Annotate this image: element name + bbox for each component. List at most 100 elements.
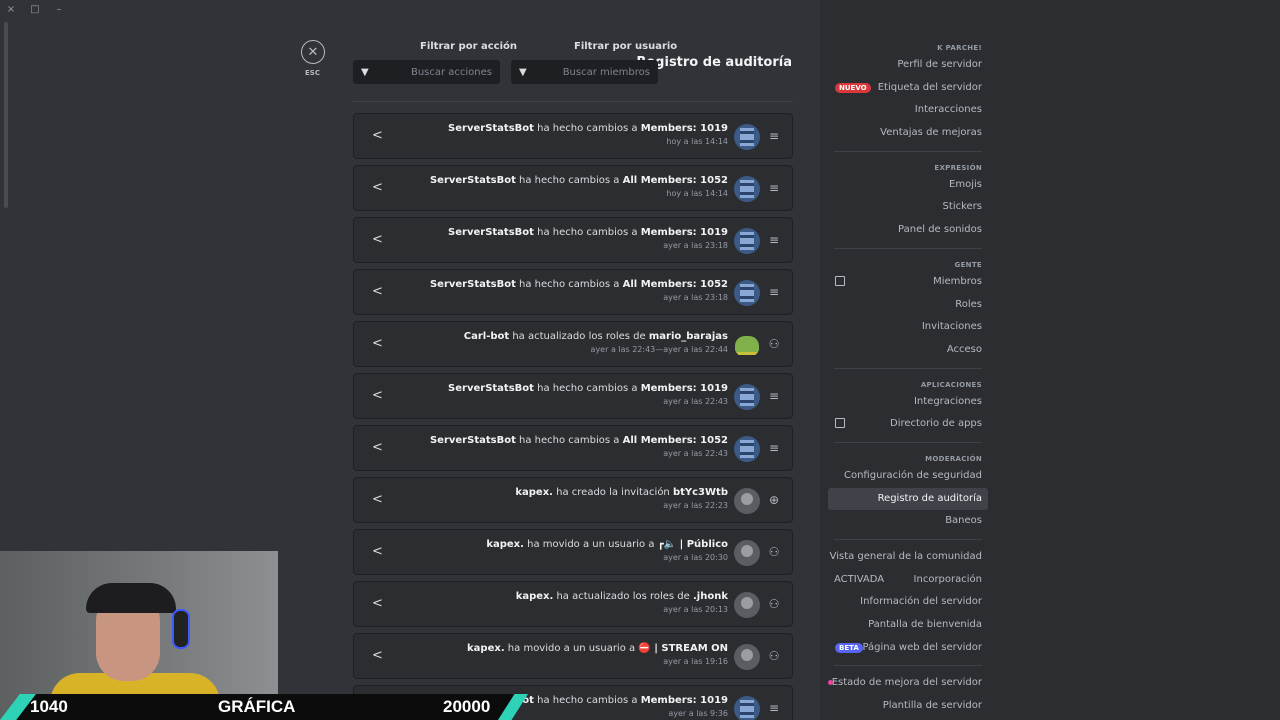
- audit-entry-actor[interactable]: kapex.: [515, 487, 553, 498]
- audit-entry-actor[interactable]: ServerStatsBot: [430, 175, 516, 186]
- audit-entry-actor[interactable]: ServerStatsBot: [430, 279, 516, 290]
- invite-icon: ⊕: [768, 493, 780, 507]
- minimize-window-icon[interactable]: –: [54, 4, 64, 15]
- audit-entry-actor[interactable]: kapex.: [516, 591, 554, 602]
- avatar[interactable]: [734, 124, 760, 150]
- avatar[interactable]: [734, 488, 760, 514]
- sidebar-item-access[interactable]: Acceso: [828, 339, 988, 362]
- audit-entry[interactable]: < kapex. ha movido a un usuario a ┏🔈 | Pú…: [353, 529, 793, 575]
- audit-entry-action: ha hecho cambios a: [533, 695, 641, 706]
- chevron-expand-icon[interactable]: <: [372, 440, 383, 455]
- audit-entry[interactable]: < ServerStatsBot ha hecho cambios a All M…: [353, 425, 793, 471]
- audit-entry[interactable]: < ServerStatsBot ha hecho cambios a Membe…: [353, 113, 793, 159]
- avatar[interactable]: [734, 384, 760, 410]
- sidebar-item-server-insights[interactable]: Información del servidor: [828, 591, 988, 614]
- sidebar-item-server-profile[interactable]: Perfil de servidor: [828, 54, 988, 77]
- chevron-expand-icon[interactable]: <: [372, 336, 383, 351]
- audit-entry-message: kapex. ha creado la invitación btYc3Wtb: [515, 487, 728, 498]
- audit-entry-actor[interactable]: ServerStatsBot: [448, 383, 534, 394]
- chevron-expand-icon[interactable]: <: [372, 648, 383, 663]
- audit-entry-message: Carl-bot ha actualizado los roles de mar…: [464, 331, 728, 342]
- sidebar-item-server-tag[interactable]: NUEVO Etiqueta del servidor: [828, 77, 988, 100]
- close-window-icon[interactable]: ×: [6, 4, 16, 15]
- chevron-expand-icon[interactable]: <: [372, 596, 383, 611]
- filter-user-placeholder: Buscar miembros: [562, 66, 650, 78]
- avatar[interactable]: [734, 280, 760, 306]
- audit-entry-time: hoy a las 14:14: [666, 137, 728, 146]
- member-roles-icon: ⚇: [768, 597, 780, 611]
- audit-entry-action: ha hecho cambios a: [533, 123, 641, 134]
- chevron-expand-icon[interactable]: <: [372, 284, 383, 299]
- audit-entry[interactable]: < ServerStatsBot ha hecho cambios a Membe…: [353, 217, 793, 263]
- sidebar-item-onboarding[interactable]: ACTIVADA Incorporación: [828, 569, 988, 592]
- divider: [834, 367, 982, 369]
- audit-entry-actor[interactable]: kapex.: [486, 539, 524, 550]
- section-header-moderation: MODERACIÓN: [925, 454, 982, 463]
- chevron-expand-icon[interactable]: <: [372, 388, 383, 403]
- sidebar-item-label: Miembros: [933, 275, 982, 287]
- section-header-server: K PARCHE!: [937, 44, 982, 52]
- sidebar-item-boost-perks[interactable]: Ventajas de mejoras: [828, 122, 988, 145]
- section-header-people: GENTE: [954, 260, 982, 269]
- sidebar-item-server-webpage[interactable]: BETA Página web del servidor: [828, 637, 988, 660]
- audit-entry-actor[interactable]: ServerStatsBot: [430, 435, 516, 446]
- maximize-window-icon[interactable]: □: [30, 4, 40, 15]
- audit-entry-action: ha hecho cambios a: [533, 227, 641, 238]
- chevron-expand-icon[interactable]: <: [372, 544, 383, 559]
- audit-entry-actor[interactable]: Carl-bot: [464, 331, 509, 342]
- chevron-expand-icon[interactable]: <: [372, 180, 383, 195]
- avatar[interactable]: [734, 176, 760, 202]
- audit-entry-time: ayer a las 20:30: [663, 553, 728, 562]
- sidebar-item-community-overview[interactable]: Vista general de la comunidad: [828, 546, 988, 569]
- audit-entry[interactable]: < ServerStatsBot ha hecho cambios a All M…: [353, 165, 793, 211]
- esc-label: ESC: [305, 69, 320, 77]
- avatar[interactable]: [734, 228, 760, 254]
- audit-entry-actor[interactable]: ServerStatsBot: [448, 123, 534, 134]
- sidebar-item-members[interactable]: Miembros: [828, 271, 988, 294]
- avatar[interactable]: [734, 592, 760, 618]
- sidebar-item-soundboard[interactable]: Panel de sonidos: [828, 219, 988, 242]
- chevron-expand-icon[interactable]: <: [372, 128, 383, 143]
- sidebar-item-server-template[interactable]: Plantilla de servidor: [828, 695, 988, 718]
- audit-entry-time: ayer a las 23:18: [663, 293, 728, 302]
- audit-entry[interactable]: < ServerStatsBot ha hecho cambios a Membe…: [353, 373, 793, 419]
- avatar[interactable]: [734, 644, 760, 670]
- avatar[interactable]: [734, 540, 760, 566]
- chevron-expand-icon[interactable]: <: [372, 232, 383, 247]
- sidebar-item-interactions[interactable]: Interacciones: [828, 99, 988, 122]
- sidebar-item-app-directory[interactable]: Directorio de apps: [828, 413, 988, 436]
- avatar[interactable]: [734, 436, 760, 462]
- close-settings-button[interactable]: ✕: [301, 40, 325, 64]
- audit-entry[interactable]: < Carl-bot ha actualizado los roles de ma…: [353, 321, 793, 367]
- audit-entry-text: ServerStatsBot ha hecho cambios a All Me…: [430, 175, 728, 198]
- filter-action-select[interactable]: ▼ Buscar acciones: [353, 60, 500, 84]
- audit-entry[interactable]: < ServerStatsBot ha hecho cambios a All M…: [353, 269, 793, 315]
- sidebar-item-label: Etiqueta del servidor: [877, 81, 982, 93]
- filter-user-select[interactable]: ▼ Buscar miembros: [511, 60, 658, 84]
- audit-entry[interactable]: < kapex. ha actualizado los roles de .jho…: [353, 581, 793, 627]
- sidebar-item-invites[interactable]: Invitaciones: [828, 316, 988, 339]
- audit-entry-actor[interactable]: kapex.: [467, 643, 505, 654]
- sidebar-item-safety-setup[interactable]: Configuración de seguridad: [828, 465, 988, 488]
- page-scrollbar[interactable]: [4, 22, 8, 208]
- avatar[interactable]: [734, 696, 760, 720]
- sidebar-item-welcome-screen[interactable]: Pantalla de bienvenida: [828, 614, 988, 637]
- audit-entry-action: ha actualizado los roles de: [509, 331, 649, 342]
- audit-entry[interactable]: < kapex. ha creado la invitación btYc3Wtb…: [353, 477, 793, 523]
- audit-entry-target: Members: 1019: [640, 227, 728, 238]
- section-header-apps: APLICACIONES: [920, 380, 982, 389]
- chevron-expand-icon[interactable]: <: [372, 492, 383, 507]
- close-icon: ✕: [307, 44, 319, 60]
- sidebar-item-roles[interactable]: Roles: [828, 294, 988, 317]
- sidebar-item-emojis[interactable]: Emojis: [828, 174, 988, 197]
- sidebar-item-audit-log[interactable]: Registro de auditoría: [828, 487, 988, 511]
- sidebar-item-integrations[interactable]: Integraciones: [828, 391, 988, 414]
- sidebar-item-bans[interactable]: Baneos: [828, 510, 988, 533]
- sidebar-item-boost-status[interactable]: Estado de mejora del servidor: [828, 672, 988, 695]
- audit-entry[interactable]: < kapex. ha movido a un usuario a ⛔ | STR…: [353, 633, 793, 679]
- audit-entry-time: ayer a las 22:43: [663, 449, 728, 458]
- audit-entry-actor[interactable]: ServerStatsBot: [448, 227, 534, 238]
- avatar[interactable]: [734, 332, 760, 358]
- sidebar-item-stickers[interactable]: Stickers: [828, 196, 988, 219]
- audit-entry-target: btYc3Wtb: [672, 487, 728, 498]
